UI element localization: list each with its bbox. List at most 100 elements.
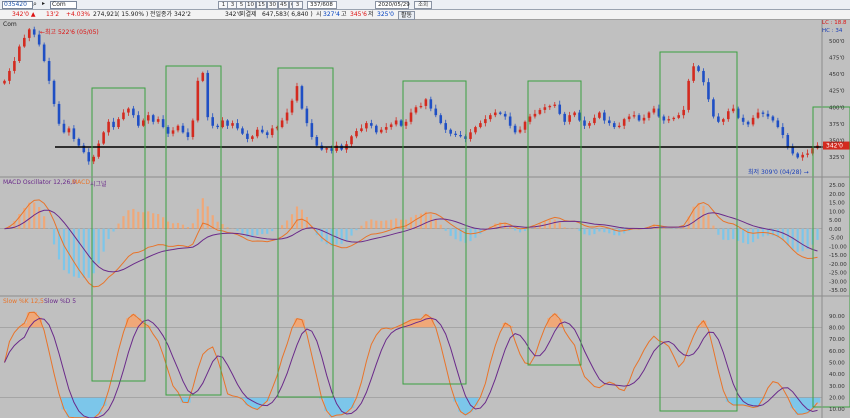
period-button-45[interactable]: 45 [278,1,289,9]
quote-open-interest: 647,583 [262,11,287,18]
chart-area[interactable]: 342'0 500'0475'0450'0425'0400'0375'0350'… [0,20,850,418]
candle-body [211,117,214,126]
oversold-fill [71,397,77,418]
stoch-tick-label: 70.00 [829,337,845,343]
candle-body [47,61,51,81]
symbol-input[interactable]: Com [50,1,77,9]
stoch-tick-label: 20.00 [829,396,845,402]
bar-count-input[interactable]: 337/608 [307,1,337,9]
search-icon[interactable]: ⌕ [33,0,37,9]
stoch-tick-label: 90.00 [829,314,845,320]
candle-body [722,119,725,122]
candle-body [389,124,393,128]
candle-body [256,129,259,137]
candle-body [246,133,249,139]
query-button[interactable]: 조회 [414,1,432,9]
candle-body [593,117,596,124]
candle-body [548,105,552,108]
period-button-30[interactable]: 30 [267,1,278,9]
candle-body [399,120,403,126]
candle-body [776,120,780,128]
menu-button[interactable]: 활동 [398,11,416,20]
code-input[interactable]: 035420 [2,1,33,9]
candle-body [166,127,170,134]
candle-body [503,113,507,117]
candle-body [370,123,373,126]
quote-prev-close: 전일종가 342'2 [150,11,191,18]
candle-body [493,112,497,116]
quote-oi-label: 미결제 [240,11,257,18]
candle-body [32,29,36,35]
candle-body [781,127,785,135]
quote-bar: 342'0 ▲ 13'2 +4.03% 274,921 ( 15.90% ) 전… [0,10,850,20]
candle-body [97,143,100,157]
arrow-icon[interactable]: ▸ [42,0,45,7]
date-input[interactable]: 2020/05/29 [375,1,410,9]
candle-body [751,117,755,125]
candle-body [127,108,130,113]
oversold-fill [815,397,821,403]
candle-body [3,80,6,84]
oversold-fill [86,397,92,418]
macd-tick-label: -10.00 [829,244,847,250]
quote-open-label: 시 [316,11,322,18]
stoch-tick-label: 60.00 [829,349,845,355]
period-button-10[interactable]: 10 [245,1,256,9]
candle-body [533,113,537,117]
macd-tick-label: 10.00 [829,209,845,215]
candle-body [355,131,358,137]
candle-body [523,121,527,130]
candle-body [608,120,611,124]
candle-body [612,123,616,128]
macd-title: MACD Oscillator 12,26,9 [3,179,77,186]
candle-body [92,156,96,162]
candle-body [72,128,76,139]
oversold-fill [91,397,97,418]
oversold-fill [329,397,335,417]
candle-body [806,153,809,155]
count-button[interactable]: 3 [292,1,303,9]
candle-body [384,127,388,130]
candle-body [801,154,804,158]
candle-body [112,121,115,128]
candle-body [712,99,715,117]
price-tick-label: 375'0 [829,122,845,128]
candle-body [285,112,289,121]
candle-body [141,120,145,126]
candle-body [622,119,626,126]
candle-body [726,111,730,120]
stoch-tick-label: 50.00 [829,361,845,367]
candle-body [374,125,378,133]
period-button-15[interactable]: 15 [256,1,267,9]
candle-body [191,120,195,137]
price-tick-label: 425'0 [829,89,845,95]
candle-body [251,136,254,139]
macd-tick-label: -20.00 [829,262,847,268]
candle-body [241,128,244,134]
candle-body [394,120,398,125]
candle-body [221,120,224,128]
candle-body [771,116,775,121]
candle-body [137,115,140,126]
candle-body [305,108,309,124]
candle-body [498,112,502,114]
candle-body [563,113,566,122]
candle-body [796,153,799,158]
price-tick-label: 450'0 [829,72,845,78]
candle-body [474,127,477,133]
stoch-tick-label: 10.00 [829,407,845,413]
candle-body [761,112,765,114]
oversold-fill [324,397,330,411]
candle-body [558,104,562,114]
macd-tick-label: -5.00 [829,236,844,242]
price-tick-label: 475'0 [829,56,845,62]
stoch-title: Slow %K 12,5 [3,298,44,305]
price-tick-label: 400'0 [829,105,845,111]
quote-change: 13'2 [46,11,60,18]
candle-body [8,70,11,81]
candle-body [156,119,160,122]
candle-body [578,112,581,121]
candle-body [107,121,110,133]
candle-body [77,138,81,146]
macd-tick-label: 20.00 [829,192,845,198]
